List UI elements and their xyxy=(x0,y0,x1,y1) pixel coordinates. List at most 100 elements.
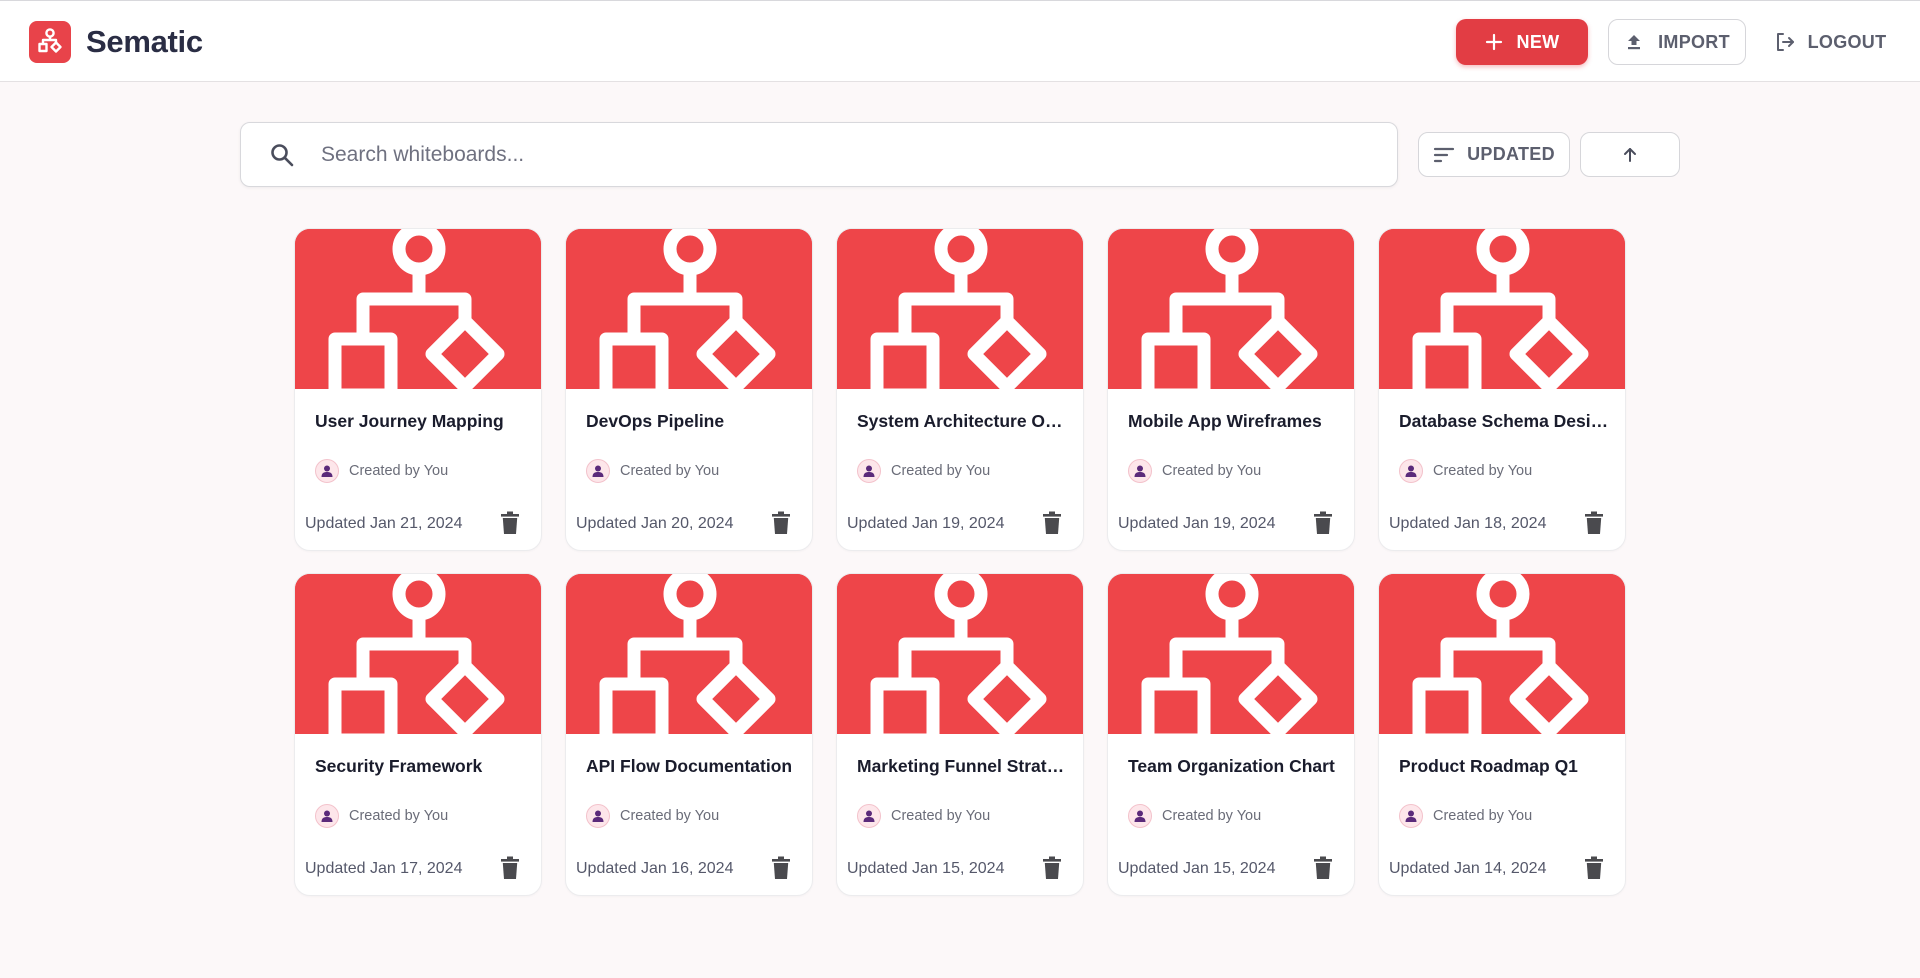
brand[interactable]: Sematic xyxy=(29,21,203,63)
whiteboard-title: DevOps Pipeline xyxy=(586,411,725,431)
whiteboard-grid: User Journey Mapping Created by You Upda… xyxy=(294,228,1626,896)
sort-field-label: UPDATED xyxy=(1467,144,1555,164)
whiteboard-card[interactable]: Team Organization Chart Created by You U… xyxy=(1107,573,1355,896)
updated-date: Updated Jan 21, 2024 xyxy=(305,515,463,532)
updated-date: Updated Jan 16, 2024 xyxy=(576,860,734,877)
updated-date: Updated Jan 19, 2024 xyxy=(847,515,1005,532)
person-icon xyxy=(315,459,339,483)
flowchart-icon xyxy=(295,574,541,734)
sort-lines-icon xyxy=(1433,146,1455,164)
creator-label: Created by You xyxy=(349,808,449,824)
logout-button[interactable]: LOGOUT xyxy=(1768,19,1892,65)
person-icon xyxy=(586,804,610,828)
whiteboard-title: Product Roadmap Q1 xyxy=(1399,756,1578,776)
whiteboard-card[interactable]: Product Roadmap Q1 Created by You Update… xyxy=(1378,573,1626,896)
creator-info: Created by You xyxy=(857,459,990,483)
whiteboard-card[interactable]: DevOps Pipeline Created by You Updated J… xyxy=(565,228,813,551)
person-icon xyxy=(1399,804,1423,828)
whiteboard-title: Marketing Funnel Strategy xyxy=(857,756,1069,776)
flowchart-icon xyxy=(1379,229,1625,389)
flowchart-icon xyxy=(566,229,812,389)
trash-icon[interactable] xyxy=(1310,509,1336,537)
logout-button-label: LOGOUT xyxy=(1807,31,1887,52)
whiteboard-card[interactable]: User Journey Mapping Created by You Upda… xyxy=(294,228,542,551)
creator-label: Created by You xyxy=(620,808,720,824)
creator-label: Created by You xyxy=(891,463,991,479)
creator-info: Created by You xyxy=(1399,459,1532,483)
import-button[interactable]: IMPORT xyxy=(1608,19,1746,65)
creator-info: Created by You xyxy=(1128,459,1261,483)
flowchart-icon xyxy=(1108,574,1354,734)
trash-icon[interactable] xyxy=(1581,509,1607,537)
creator-info: Created by You xyxy=(315,459,448,483)
whiteboard-title: Security Framework xyxy=(315,756,483,776)
person-icon xyxy=(586,459,610,483)
updated-date: Updated Jan 17, 2024 xyxy=(305,860,463,877)
trash-icon[interactable] xyxy=(1039,509,1065,537)
updated-date: Updated Jan 19, 2024 xyxy=(1118,515,1276,532)
creator-info: Created by You xyxy=(586,804,719,828)
search-bar[interactable] xyxy=(240,122,1398,187)
trash-icon[interactable] xyxy=(497,854,523,882)
person-icon xyxy=(1399,459,1423,483)
whiteboard-card[interactable]: API Flow Documentation Created by You Up… xyxy=(565,573,813,896)
flowchart-icon xyxy=(837,574,1083,734)
sort-field-button[interactable]: UPDATED xyxy=(1418,132,1570,177)
trash-icon[interactable] xyxy=(1310,854,1336,882)
top-app-bar: Sematic NEW IMPORT LOGOUT xyxy=(0,0,1920,82)
creator-info: Created by You xyxy=(857,804,990,828)
creator-label: Created by You xyxy=(1433,463,1533,479)
whiteboard-title: API Flow Documentation xyxy=(586,756,793,776)
whiteboard-card[interactable]: Security Framework Created by You Update… xyxy=(294,573,542,896)
upload-icon xyxy=(1624,32,1644,52)
flowchart-icon xyxy=(837,229,1083,389)
person-icon xyxy=(857,804,881,828)
app-title: Sematic xyxy=(86,24,203,59)
trash-icon[interactable] xyxy=(497,509,523,537)
trash-icon[interactable] xyxy=(1581,854,1607,882)
creator-label: Created by You xyxy=(349,463,449,479)
creator-info: Created by You xyxy=(1128,804,1261,828)
arrow-up-icon xyxy=(1622,147,1638,163)
creator-info: Created by You xyxy=(586,459,719,483)
creator-label: Created by You xyxy=(1433,808,1533,824)
creator-label: Created by You xyxy=(1162,808,1262,824)
whiteboard-title: Team Organization Chart xyxy=(1128,756,1335,776)
trash-icon[interactable] xyxy=(768,854,794,882)
person-icon xyxy=(1128,804,1152,828)
updated-date: Updated Jan 14, 2024 xyxy=(1389,860,1547,877)
person-icon xyxy=(315,804,339,828)
whiteboard-card[interactable]: Mobile App Wireframes Created by You Upd… xyxy=(1107,228,1355,551)
whiteboard-card[interactable]: Marketing Funnel Strategy Created by You… xyxy=(836,573,1084,896)
trash-icon[interactable] xyxy=(768,509,794,537)
import-button-label: IMPORT xyxy=(1658,31,1730,52)
whiteboard-title: Database Schema Design xyxy=(1399,411,1611,431)
updated-date: Updated Jan 15, 2024 xyxy=(847,860,1005,877)
creator-info: Created by You xyxy=(1399,804,1532,828)
search-input[interactable] xyxy=(321,142,1321,167)
creator-label: Created by You xyxy=(1162,463,1262,479)
creator-info: Created by You xyxy=(315,804,448,828)
whiteboard-title: User Journey Mapping xyxy=(315,411,504,431)
whiteboard-title: System Architecture Overview xyxy=(857,411,1069,431)
flowchart-icon xyxy=(1108,229,1354,389)
search-icon xyxy=(269,142,295,168)
trash-icon[interactable] xyxy=(1039,854,1065,882)
whiteboard-card[interactable]: System Architecture Overview Created by … xyxy=(836,228,1084,551)
logout-icon xyxy=(1774,31,1796,53)
flowchart-icon xyxy=(566,574,812,734)
new-button[interactable]: NEW xyxy=(1456,19,1588,65)
creator-label: Created by You xyxy=(891,808,991,824)
updated-date: Updated Jan 15, 2024 xyxy=(1118,860,1276,877)
whiteboard-card[interactable]: Database Schema Design Created by You Up… xyxy=(1378,228,1626,551)
person-icon xyxy=(1128,459,1152,483)
creator-label: Created by You xyxy=(620,463,720,479)
flowchart-icon xyxy=(29,21,71,63)
updated-date: Updated Jan 18, 2024 xyxy=(1389,515,1547,532)
person-icon xyxy=(857,459,881,483)
plus-icon xyxy=(1485,33,1503,51)
flowchart-icon xyxy=(1379,574,1625,734)
flowchart-icon xyxy=(295,229,541,389)
whiteboard-title: Mobile App Wireframes xyxy=(1128,411,1322,431)
sort-order-button[interactable] xyxy=(1580,132,1680,177)
